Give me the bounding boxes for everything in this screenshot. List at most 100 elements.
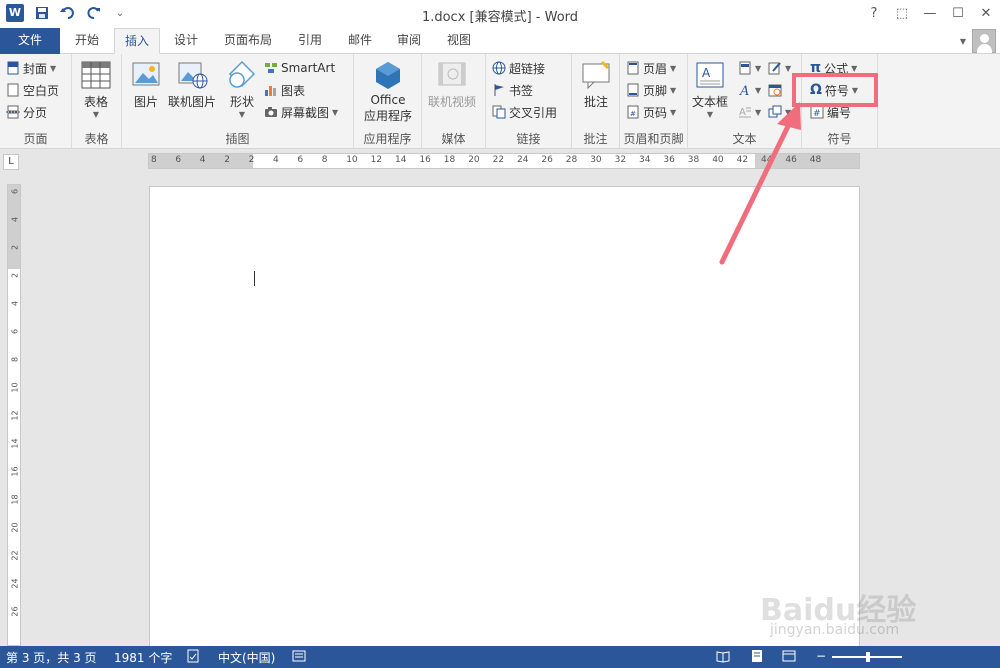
header-dropdown-icon: ▼ [670,63,677,73]
close-button[interactable]: ✕ [972,0,1000,28]
group-apps-label: 应用程序 [363,132,412,146]
office-apps-label-line1: Office [370,93,406,107]
svg-text:#: # [813,109,821,119]
tab-view[interactable]: 视图 [436,28,482,54]
page-break-button[interactable]: 分页 [6,102,47,122]
tab-insert[interactable]: 插入 [114,28,160,54]
group-symbols-label: 符号 [827,132,852,146]
language-status[interactable]: 中文(中国) [218,649,275,666]
vertical-ruler[interactable]: 6 4 2 2 4 6 8 10 12 14 16 18 20 22 24 26 [7,184,21,646]
minimize-button[interactable]: — [916,0,944,28]
shapes-icon [228,60,256,88]
vruler-tick: 24 [10,578,20,589]
zoom-slider-thumb[interactable] [866,652,870,662]
footer-icon [627,83,639,97]
page-number-button[interactable]: # 页码 ▼ [626,102,676,122]
online-video-button[interactable]: 联机视频 [428,60,476,110]
object-dropdown-icon: ▼ [785,107,792,117]
object-button[interactable]: ▼ [768,102,791,122]
header-label: 页眉 [643,61,668,76]
tab-review[interactable]: 审阅 [386,28,432,54]
blank-page-button[interactable]: 空白页 [6,80,59,100]
page-number-label: 页码 [643,105,668,120]
text-box-dropdown-icon: ▼ [706,110,714,119]
signature-line-dropdown-icon: ▼ [785,63,792,73]
word-count-status[interactable]: 1981 个字 [114,649,172,666]
blank-page-icon [7,83,19,97]
tab-file[interactable]: 文件 [0,28,60,54]
text-box-button[interactable]: A 文本框 ▼ [692,60,728,119]
ruler-tick: 30 [590,155,602,165]
ruler-tick: 32 [614,155,627,165]
date-time-button[interactable] [768,80,782,100]
smartart-button[interactable]: SmartArt [264,58,335,78]
ruler-tick: 38 [687,155,700,165]
vruler-tick: 14 [10,438,20,449]
group-text-label: 文本 [732,132,757,146]
footer-label: 页脚 [643,83,668,98]
ruler-tick: 48 [809,155,822,165]
web-layout-icon[interactable] [782,649,796,666]
group-illustrations: 图片 联机图片 形状 ▼ SmartArt 图表 屏幕截图 ▼ 插图 [122,54,354,149]
numbering-icon: # [810,105,824,119]
vruler-top-margin [8,185,20,269]
cross-reference-button[interactable]: 交叉引用 [492,102,557,122]
cover-page-button[interactable]: 封面 ▼ [6,58,56,78]
group-apps: Office 应用程序 应用程序 [354,54,422,149]
ruler-tick: 4 [273,155,279,165]
bookmark-button[interactable]: 书签 [492,80,533,100]
wordart-button[interactable]: A ▼ [738,80,761,100]
footer-button[interactable]: 页脚 ▼ [626,80,676,100]
ruler-tick: 16 [419,155,431,165]
cross-reference-icon [492,105,506,119]
page-count-status[interactable]: 第 3 页，共 3 页 [6,649,97,666]
tab-page-layout[interactable]: 页面布局 [212,28,284,54]
tab-references[interactable]: 引用 [288,28,332,54]
status-bar: 第 3 页，共 3 页 1981 个字 中文(中国) − [0,646,1000,668]
header-button[interactable]: 页眉 ▼ [626,58,676,78]
picture-button[interactable]: 图片 [130,60,162,110]
vruler-tick: 6 [10,328,20,335]
read-mode-icon[interactable] [716,649,730,666]
help-button[interactable]: ? [860,0,888,28]
online-picture-label: 联机图片 [168,95,217,109]
office-apps-label-line2: 应用程序 [363,109,412,123]
maximize-button[interactable]: ☐ [944,0,972,28]
table-button[interactable]: 表格 ▼ [80,60,112,119]
online-picture-button[interactable]: 联机图片 [168,60,216,110]
macro-recording-icon[interactable] [292,649,306,666]
signature-line-button[interactable]: ▼ [768,58,791,78]
ribbon-display-options-button[interactable]: ⬚ [888,0,916,28]
tab-design[interactable]: 设计 [164,28,208,54]
chart-button[interactable]: 图表 [264,80,305,100]
office-apps-button[interactable]: Office 应用程序 [358,60,418,124]
hyperlink-button[interactable]: 超链接 [492,58,545,78]
avatar[interactable] [972,29,996,53]
tab-selector-button[interactable]: L [3,154,19,170]
page-number-dropdown-icon: ▼ [670,107,677,117]
smartart-icon [265,63,277,73]
tab-home[interactable]: 开始 [62,28,112,54]
proofing-icon[interactable] [186,649,200,666]
cross-reference-label: 交叉引用 [509,105,558,120]
zoom-out-button[interactable]: − [816,649,826,663]
ruler-tick: 42 [736,155,749,165]
hyperlink-icon [492,61,506,75]
text-box-label: 文本框 [692,95,729,109]
document-page[interactable] [149,186,860,656]
vruler-tick: 22 [10,550,20,561]
shapes-label: 形状 [229,95,254,109]
ruler-tick: 4 [199,155,206,165]
drop-cap-dropdown-icon: ▼ [755,107,762,117]
page-break-label: 分页 [23,105,48,120]
quick-parts-button[interactable]: ▼ [738,58,761,78]
new-comment-button[interactable]: 批注 [580,60,612,110]
drop-cap-button[interactable]: A ▼ [738,102,761,122]
shapes-button[interactable]: 形状 ▼ [226,60,258,119]
account-dropdown-icon[interactable]: ▼ [960,37,966,46]
print-layout-icon[interactable] [750,649,764,666]
ruler-tick: 8 [151,155,157,165]
screenshot-button[interactable]: 屏幕截图 ▼ [264,102,338,122]
horizontal-ruler[interactable]: 8 6 4 2 2 4 6 8 10 12 14 16 18 20 22 24 26 28 30 32 34 36 38 40… [148,153,860,169]
tab-mailings[interactable]: 邮件 [336,28,384,54]
